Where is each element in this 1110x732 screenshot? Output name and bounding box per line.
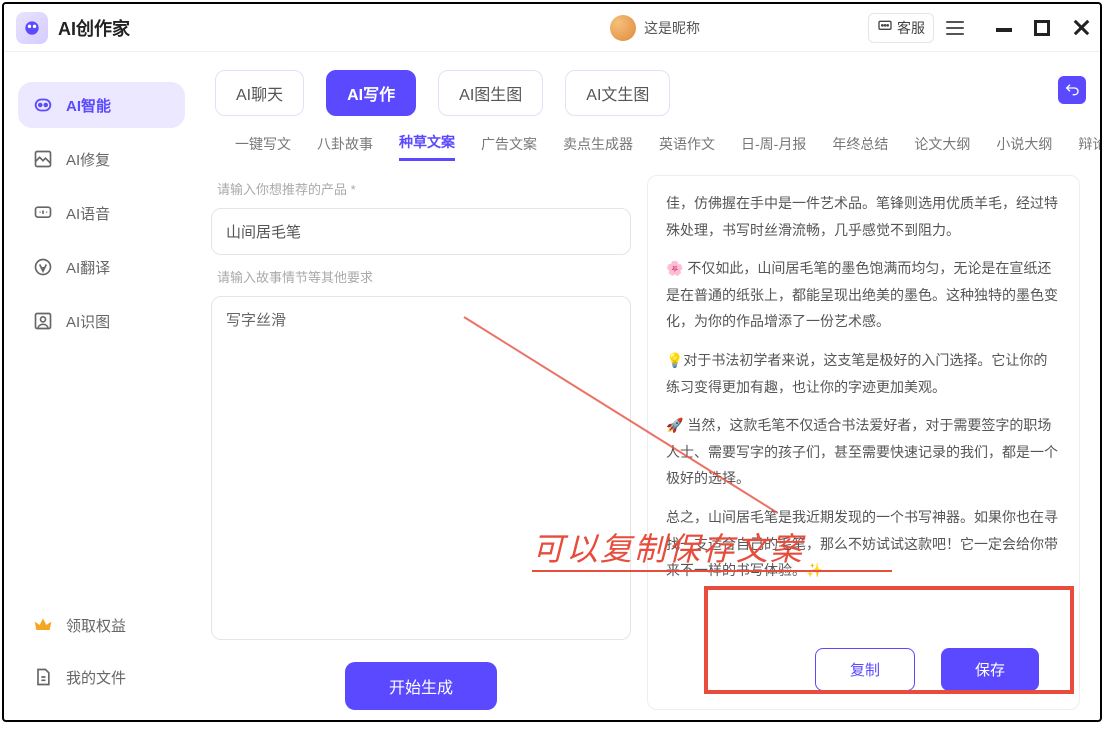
user-avatar[interactable] [610, 15, 636, 41]
menu-icon[interactable] [942, 15, 968, 41]
sidebar-item-ai-translate[interactable]: AI翻译 [18, 244, 185, 290]
sidebar-item-ai-smart[interactable]: AI智能 [18, 82, 185, 128]
image-repair-icon [32, 148, 54, 170]
product-input[interactable]: 山间居毛笔 [211, 208, 631, 255]
translate-icon [32, 256, 54, 278]
customer-service-button[interactable]: 客服 [868, 13, 934, 43]
sidebar-item-label: AI识图 [66, 311, 110, 332]
output-panel: 佳，仿佛握在手中是一件艺术品。笔锋则选用优质羊毛，经过特殊处理，书写时丝滑流畅，… [647, 175, 1080, 710]
sub-tab[interactable]: 年终总结 [832, 134, 888, 160]
window-maximize-button[interactable] [1034, 20, 1050, 36]
sub-tab[interactable]: 日-周-月报 [741, 134, 806, 160]
crown-icon [32, 614, 54, 636]
history-float-button[interactable] [1058, 76, 1086, 104]
sub-tabs: 一键写文 八卦故事 种草文案 广告文案 卖点生成器 英语作文 日-周-月报 年终… [207, 116, 1084, 167]
sub-tab[interactable]: 小说大纲 [996, 134, 1052, 160]
sidebar-item-label: AI语音 [66, 203, 110, 224]
extra-textarea[interactable]: 写字丝滑 [211, 296, 631, 640]
mode-tab-txt2img[interactable]: AI文生图 [565, 70, 670, 116]
output-paragraph: 🚀 当然，这款毛笔不仅适合书法爱好者，对于需要签字的职场人士、需要写字的孩子们，… [666, 412, 1061, 492]
sub-tab[interactable]: 论文大纲 [914, 134, 970, 160]
panels: 请输入你想推荐的产品 * 山间居毛笔 请输入故事情节等其他要求 写字丝滑 开始生… [207, 167, 1084, 710]
sidebar-item-ai-voice[interactable]: AI语音 [18, 190, 185, 236]
user-nickname: 这是昵称 [644, 18, 700, 38]
sidebar-item-label: AI翻译 [66, 257, 110, 278]
sidebar: AI智能 AI修复 AI语音 AI翻译 AI识图 领取权益 [4, 52, 199, 720]
chat-icon [877, 18, 893, 37]
product-label: 请输入你想推荐的产品 * [211, 175, 631, 200]
sub-tab[interactable]: 广告文案 [481, 134, 537, 160]
sidebar-item-ai-repair[interactable]: AI修复 [18, 136, 185, 182]
voice-icon [32, 202, 54, 224]
mode-tab-write[interactable]: AI写作 [326, 70, 416, 116]
mode-tab-chat[interactable]: AI聊天 [215, 70, 304, 116]
sub-tab[interactable]: 卖点生成器 [563, 134, 633, 160]
save-button[interactable]: 保存 [941, 648, 1039, 691]
output-paragraph: 🌸 不仅如此，山间居毛笔的墨色饱满而均匀，无论是在宣纸还是在普通的纸张上，都能呈… [666, 255, 1061, 335]
sub-tab[interactable]: 八卦故事 [317, 134, 373, 160]
action-row: 复制 保存 [648, 630, 1079, 709]
app-body: AI智能 AI修复 AI语音 AI翻译 AI识图 领取权益 [4, 52, 1100, 720]
mode-tabs: AI聊天 AI写作 AI图生图 AI文生图 [207, 70, 1084, 116]
sidebar-item-label: 领取权益 [66, 615, 126, 636]
extra-label: 请输入故事情节等其他要求 [211, 263, 631, 288]
output-paragraph: 总之，山间居毛笔是我近期发现的一个书写神器。如果你也在寻找一支适合自己的毛笔，那… [666, 504, 1061, 584]
app-title: AI创作家 [58, 15, 130, 41]
file-icon [32, 666, 54, 688]
titlebar: AI创作家 这是昵称 客服 [4, 4, 1100, 52]
output-paragraph: 佳，仿佛握在手中是一件艺术品。笔锋则选用优质羊毛，经过特殊处理，书写时丝滑流畅，… [666, 190, 1061, 243]
generate-button[interactable]: 开始生成 [345, 662, 497, 710]
sidebar-item-label: AI修复 [66, 149, 110, 170]
output-text[interactable]: 佳，仿佛握在手中是一件艺术品。笔锋则选用优质羊毛，经过特殊处理，书写时丝滑流畅，… [648, 176, 1079, 630]
app-logo-icon [16, 12, 48, 44]
sub-tab[interactable]: 辩论稿 [1078, 134, 1100, 160]
mode-tab-img2img[interactable]: AI图生图 [438, 70, 543, 116]
app-window: AI创作家 这是昵称 客服 AI智能 AI修复 [2, 2, 1102, 722]
copy-button[interactable]: 复制 [815, 648, 915, 691]
sidebar-item-my-files[interactable]: 我的文件 [18, 654, 185, 700]
main-area: AI聊天 AI写作 AI图生图 AI文生图 一键写文 八卦故事 种草文案 广告文… [199, 52, 1100, 720]
input-panel: 请输入你想推荐的产品 * 山间居毛笔 请输入故事情节等其他要求 写字丝滑 开始生… [211, 175, 631, 710]
customer-service-label: 客服 [897, 18, 925, 38]
detect-icon [32, 310, 54, 332]
sparkle-icon [32, 94, 54, 116]
output-paragraph: 💡对于书法初学者来说，这支笔是极好的入门选择。它让你的练习变得更加有趣，也让你的… [666, 347, 1061, 400]
sub-tab[interactable]: 英语作文 [659, 134, 715, 160]
sidebar-item-ai-image-detect[interactable]: AI识图 [18, 298, 185, 344]
sidebar-item-benefits[interactable]: 领取权益 [18, 602, 185, 648]
window-minimize-button[interactable] [996, 20, 1012, 36]
sub-tab-active[interactable]: 种草文案 [399, 132, 455, 161]
window-close-button[interactable] [1072, 20, 1088, 36]
sidebar-item-label: AI智能 [66, 95, 111, 116]
sidebar-item-label: 我的文件 [66, 667, 126, 688]
sub-tab[interactable]: 一键写文 [235, 134, 291, 160]
